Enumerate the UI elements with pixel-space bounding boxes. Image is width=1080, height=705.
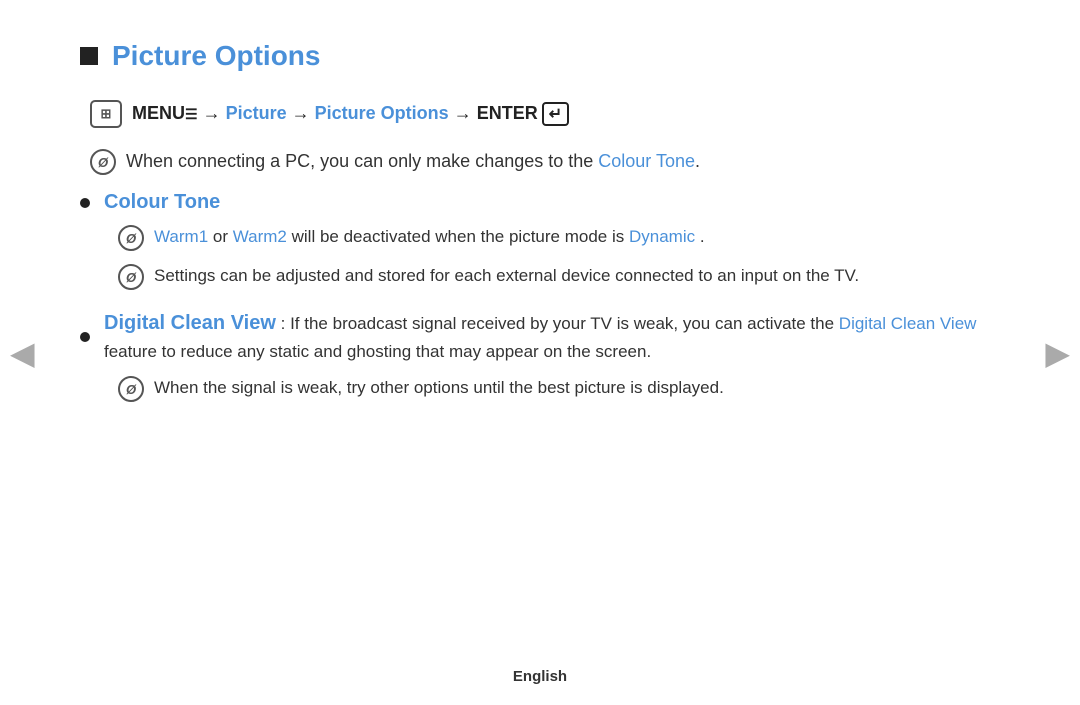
digital-clean-view-inline2: feature to reduce any static and ghostin… (104, 342, 651, 361)
note-icon-2-1: Ø (118, 376, 144, 402)
note-icon-1-2: Ø (118, 264, 144, 290)
main-note-highlight: Colour Tone (598, 151, 695, 171)
sub-note-text-1-1: Warm1 or Warm2 will be deactivated when … (154, 224, 705, 250)
menu-item1: Picture (226, 103, 287, 123)
enter-icon: ↵ (542, 102, 569, 126)
menu-arrow2: → (292, 103, 315, 123)
menu-icon: ⊞ (90, 100, 122, 128)
sub-note-text-1-2: Settings can be adjusted and stored for … (154, 263, 859, 289)
title-square-icon (80, 47, 98, 65)
sub-note-row-1-2: Ø Settings can be adjusted and stored fo… (118, 263, 1000, 290)
title-row: Picture Options (80, 40, 1000, 72)
note-icon-main: Ø (90, 149, 116, 175)
nav-arrow-left[interactable]: ◀ (10, 334, 35, 372)
will-be-text: will be deactivated when the picture mod… (292, 227, 629, 246)
digital-clean-view-title: Digital Clean View (104, 312, 276, 334)
digital-clean-view-highlight: Digital Clean View (839, 314, 977, 333)
page-title: Picture Options (112, 40, 320, 72)
enter-label: ENTER (477, 103, 538, 123)
bullet-dot-1 (80, 198, 90, 208)
page-footer: English (0, 668, 1080, 685)
bullet-inline-text-2: Digital Clean View : If the broadcast si… (104, 308, 1000, 365)
bullet-title-row-1: Colour Tone (80, 191, 1000, 214)
page-container: ◀ ▶ Picture Options ⊞ MENU☰ → Picture → … (0, 0, 1080, 705)
warm2-highlight: Warm2 (233, 227, 287, 246)
sub-note-text-2-1: When the signal is weak, try other optio… (154, 375, 724, 401)
menu-arrow3: → (454, 103, 477, 123)
menu-item2: Picture Options (315, 103, 449, 123)
sub-note-row-2-1: Ø When the signal is weak, try other opt… (118, 375, 1000, 402)
footer-text: English (513, 668, 567, 685)
digital-clean-view-inline: : If the broadcast signal received by yo… (281, 314, 839, 333)
bullet-section-colour-tone: Colour Tone Ø Warm1 or Warm2 will be dea… (80, 191, 1000, 290)
or-text: or (213, 227, 233, 246)
bullet-section-digital-clean-view: Digital Clean View : If the broadcast si… (80, 308, 1000, 402)
menu-path-text: MENU☰ → Picture → Picture Options → ENTE… (132, 102, 569, 126)
dynamic-highlight: Dynamic (629, 227, 695, 246)
bullet-title-1: Colour Tone (104, 191, 220, 214)
main-note-text: When connecting a PC, you can only make … (126, 148, 700, 175)
bullet-dot-2 (80, 332, 90, 342)
warm1-highlight: Warm1 (154, 227, 208, 246)
sub-note-row-1-1: Ø Warm1 or Warm2 will be deactivated whe… (118, 224, 1000, 251)
bullet-title-row-2: Digital Clean View : If the broadcast si… (80, 308, 1000, 365)
menu-path-row: ⊞ MENU☰ → Picture → Picture Options → EN… (90, 100, 1000, 128)
bullet-content-2: Ø When the signal is weak, try other opt… (104, 375, 1000, 402)
main-note-row: Ø When connecting a PC, you can only mak… (90, 148, 1000, 175)
main-note-prefix: When connecting a PC, you can only make … (126, 151, 598, 171)
period-1: . (700, 227, 705, 246)
main-note-period: . (695, 151, 700, 171)
menu-label: MENU (132, 103, 185, 123)
bullet-content-1: Ø Warm1 or Warm2 will be deactivated whe… (104, 224, 1000, 290)
nav-arrow-right[interactable]: ▶ (1045, 334, 1070, 372)
note-icon-1-1: Ø (118, 225, 144, 251)
menu-arrow1: → (203, 103, 226, 123)
